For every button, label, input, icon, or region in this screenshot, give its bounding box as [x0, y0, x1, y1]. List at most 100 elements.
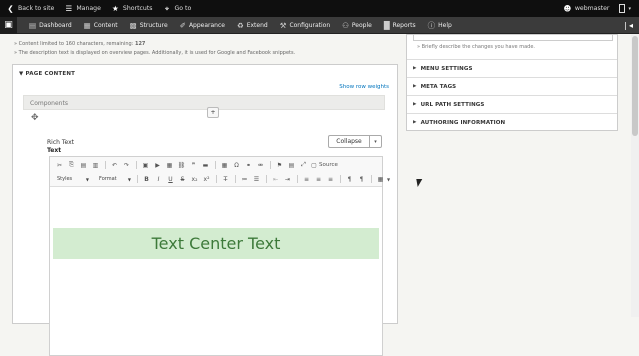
manage-tab[interactable]: ☰ Manage [64, 4, 100, 13]
paste-text-icon[interactable]: ▥ [90, 160, 101, 170]
admin-menu: ▣ ▤ Dashboard ▦ Content ▩ Structure ✐ Appear… [0, 16, 639, 34]
top-toolbar: ❮ Back to site ☰ Manage ★ Shortcuts ⌖ Go… [0, 0, 639, 17]
hr-icon[interactable]: ▬ [200, 160, 211, 170]
people-icon: ⚇ [342, 20, 349, 30]
menu-dashboard[interactable]: ▤ Dashboard [29, 21, 72, 30]
text-center-banner[interactable]: Text Center Text [53, 228, 379, 259]
text-field-label: Text [47, 147, 62, 154]
home-icon[interactable]: ▣ [0, 16, 17, 34]
bulleted-list-icon[interactable]: ☰ [251, 174, 262, 184]
menu-people[interactable]: ⚇ People [342, 21, 372, 30]
shortcuts-tab[interactable]: ★ Shortcuts [111, 4, 152, 13]
ltr-icon[interactable]: ¶ [344, 174, 355, 184]
rich-text-editor: ✂ ⎘ ▤ ▥ ↶ ↷ ▣ ▶ ▦ ⛓ ❞ ▬ ▦ Ω ⚭ ⚮ ⚑ ▤ ⤢ ▢ … [49, 156, 390, 356]
menu-configuration[interactable]: ⚒ Configuration [280, 21, 330, 30]
media-icon[interactable]: ▶ [152, 160, 163, 170]
goto-icon: ⌖ [164, 3, 170, 13]
numbered-list-icon[interactable]: ≔ [239, 174, 250, 184]
maximize-icon[interactable]: ⤢ [298, 160, 309, 170]
device-icon [619, 4, 626, 13]
menu-content[interactable]: ▦ Content [84, 21, 118, 30]
authoring-information-toggle[interactable]: ▶ AUTHORING INFORMATION [407, 113, 617, 131]
meta-tags-toggle[interactable]: ▶ META TAGS [407, 77, 617, 95]
anchor-link-icon[interactable]: ⚭ [243, 160, 254, 170]
cut-icon[interactable]: ✂ [54, 160, 65, 170]
chevron-down-icon: ▾ [374, 138, 377, 145]
triangle-right-icon: ▶ [413, 120, 417, 125]
triangle-right-icon: ▶ [413, 84, 417, 89]
show-row-weights-link[interactable]: Show row weights [339, 84, 389, 90]
main-form: » Content limited to 160 characters, rem… [12, 34, 398, 356]
sidebar-panel: » Briefly describe the changes you have … [406, 34, 618, 131]
orientation-toggle[interactable]: ▾ [619, 4, 631, 13]
special-char-icon[interactable]: Ω [231, 160, 242, 170]
table-menu-icon[interactable]: ▦ [375, 174, 386, 184]
source-button[interactable]: Source [319, 162, 338, 168]
undo-icon[interactable]: ↶ [109, 160, 120, 170]
menu-structure[interactable]: ▩ Structure [130, 21, 168, 30]
image-icon[interactable]: ▣ [140, 160, 151, 170]
unlink-icon[interactable]: ⚮ [255, 160, 266, 170]
menu-reports[interactable]: █ Reports [384, 21, 416, 30]
strikethrough-icon[interactable]: S [177, 174, 188, 184]
paste-icon[interactable]: ▤ [78, 160, 89, 170]
align-left-icon[interactable]: ≡ [301, 174, 312, 184]
menu-appearance[interactable]: ✐ Appearance [180, 21, 225, 30]
description-hint: » The description text is displayed on o… [14, 50, 296, 56]
flag-icon[interactable]: ⚑ [274, 160, 285, 170]
page-scrollbar[interactable] [631, 34, 639, 317]
triangle-right-icon: ▶ [413, 66, 417, 71]
superscript-icon[interactable]: x² [201, 174, 212, 184]
brush-icon: ✐ [179, 20, 186, 30]
wrench-icon: ⚒ [279, 20, 287, 30]
align-center-icon[interactable]: ≡ [313, 174, 324, 184]
menu-settings-toggle[interactable]: ▶ MENU SETTINGS [407, 59, 617, 77]
table-icon[interactable]: ▦ [219, 160, 230, 170]
indent-icon[interactable]: ⇥ [282, 174, 293, 184]
help-icon: ⓘ [427, 20, 436, 30]
remove-format-icon[interactable]: T̶ [220, 174, 231, 184]
dropdown-caret-icon: ▾ [628, 5, 631, 12]
outdent-icon[interactable]: ⇤ [270, 174, 281, 184]
chevron-down-icon: ▼ [387, 176, 391, 182]
source-icon[interactable]: ▢ [310, 160, 318, 170]
blockquote-icon[interactable]: ❞ [188, 160, 199, 170]
collapse-dropdown-button[interactable]: ▾ [370, 135, 382, 148]
bar-chart-icon: █ [383, 20, 390, 30]
styles-select[interactable]: Styles ▼ [54, 174, 92, 184]
menu-extend[interactable]: ♻ Extend [237, 21, 268, 30]
hamburger-icon: ☰ [65, 4, 73, 13]
link-icon[interactable]: ⛓ [176, 160, 187, 170]
char-limit-hint: » Content limited to 160 characters, rem… [14, 41, 146, 47]
collapse-menu-icon[interactable]: ❘◂ [622, 21, 633, 30]
puzzle-icon: ♻ [236, 20, 244, 30]
italic-icon[interactable]: I [153, 174, 164, 184]
revision-hint: » Briefly describe the changes you have … [417, 44, 535, 50]
subscript-icon[interactable]: x₂ [189, 174, 200, 184]
editor-toolbar: ✂ ⎘ ▤ ▥ ↶ ↷ ▣ ▶ ▦ ⛓ ❞ ▬ ▦ Ω ⚭ ⚮ ⚑ ▤ ⤢ ▢ … [50, 157, 390, 187]
goto-tab[interactable]: ⌖ Go to [163, 3, 191, 13]
url-path-settings-toggle[interactable]: ▶ URL PATH SETTINGS [407, 95, 617, 113]
rich-text-label: Rich Text [47, 139, 74, 146]
arrow-left-icon: ❮ [7, 4, 14, 13]
template-icon[interactable]: ▦ [164, 160, 175, 170]
page-content-toggle[interactable]: ▼ PAGE CONTENT [19, 71, 75, 77]
redo-icon[interactable]: ↷ [121, 160, 132, 170]
revision-log-textarea[interactable] [413, 35, 613, 41]
drag-handle-icon[interactable]: ✥ [31, 113, 39, 123]
rtl-icon[interactable]: ¶ [356, 174, 367, 184]
format-select[interactable]: Format ▼ [96, 174, 134, 184]
collapse-button[interactable]: Collapse [328, 135, 370, 148]
user-tab[interactable]: ☻ webmaster [563, 4, 609, 13]
bold-icon[interactable]: B [141, 174, 152, 184]
menu-help[interactable]: ⓘ Help [428, 20, 452, 31]
back-to-site-link[interactable]: ❮ Back to site [6, 4, 54, 13]
components-header: Components [23, 95, 385, 110]
scrollbar-thumb[interactable] [632, 36, 638, 136]
underline-icon[interactable]: U [165, 174, 176, 184]
copy-icon[interactable]: ⎘ [66, 160, 77, 170]
triangle-right-icon: ▶ [413, 102, 417, 107]
align-right-icon[interactable]: ≡ [325, 174, 336, 184]
show-blocks-icon[interactable]: ▤ [286, 160, 297, 170]
add-component-button[interactable]: + [207, 107, 219, 118]
